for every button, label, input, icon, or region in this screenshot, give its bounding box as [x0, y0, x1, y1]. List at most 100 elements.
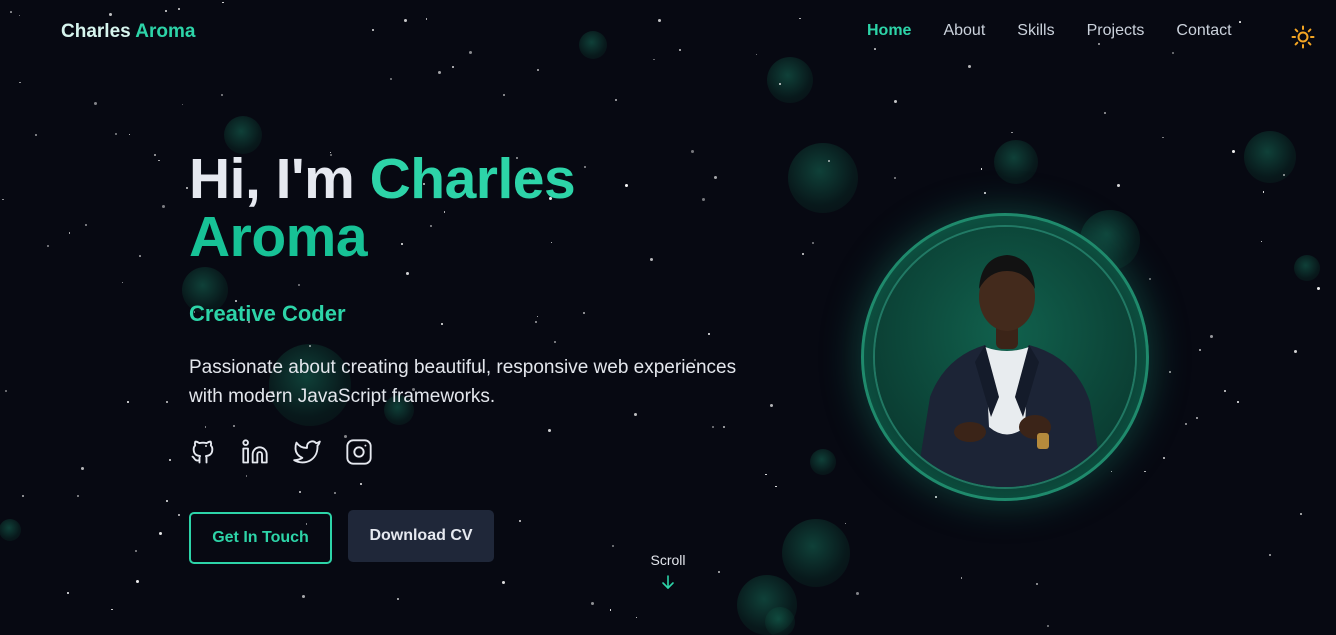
star: [221, 93, 224, 96]
star: [1116, 184, 1120, 188]
star: [169, 458, 172, 461]
arrow-down-icon: [662, 575, 674, 589]
star: [1110, 470, 1113, 473]
star: [536, 68, 539, 71]
hero-greeting: Hi, I'm: [189, 147, 355, 211]
profile-portrait: [861, 213, 1149, 501]
star: [166, 499, 169, 502]
star: [302, 595, 306, 599]
star: [134, 550, 137, 553]
star: [1317, 287, 1321, 291]
star: [1299, 513, 1302, 516]
theme-toggle-button[interactable]: [1291, 25, 1315, 49]
hero-section: Hi, I'm Charles Aroma Creative Coder Pas…: [189, 150, 789, 564]
star: [1184, 423, 1187, 426]
glow-bubble: [1294, 255, 1320, 281]
download-cv-button[interactable]: Download CV: [348, 510, 494, 562]
star: [1262, 191, 1265, 193]
star: [502, 581, 506, 585]
star: [66, 591, 69, 594]
brand-last-name: Aroma: [135, 21, 196, 42]
glow-bubble: [994, 140, 1038, 184]
github-icon: [191, 440, 214, 464]
star: [437, 70, 441, 74]
star: [1198, 349, 1201, 352]
star: [1149, 277, 1151, 280]
star: [980, 168, 983, 170]
star: [609, 609, 612, 611]
star: [811, 242, 814, 245]
star: [136, 580, 140, 584]
star: [893, 99, 897, 103]
nav-contact[interactable]: Contact: [1176, 22, 1231, 40]
star: [1231, 150, 1235, 154]
star: [158, 532, 162, 536]
glow-bubble: [788, 143, 858, 213]
star: [1162, 456, 1165, 459]
glow-bubble: [810, 449, 836, 475]
star: [590, 602, 594, 606]
star: [1104, 112, 1107, 115]
star: [76, 495, 79, 498]
star: [127, 401, 130, 404]
scroll-indicator[interactable]: Scroll: [644, 552, 692, 595]
twitter-link[interactable]: [293, 438, 321, 466]
star: [844, 522, 847, 525]
star: [35, 133, 38, 136]
nav-skills[interactable]: Skills: [1017, 22, 1054, 40]
profile-photo: [873, 225, 1137, 489]
site-header: Charles Aroma Home About Skills Projects…: [0, 0, 1336, 64]
instagram-link[interactable]: [345, 438, 373, 466]
star: [93, 101, 97, 105]
hero-description: Passionate about creating beautiful, res…: [189, 357, 737, 407]
star: [389, 77, 392, 80]
star: [128, 133, 131, 136]
brand-first-name: Charles: [61, 21, 131, 42]
star: [153, 153, 156, 156]
brand-logo[interactable]: Charles Aroma: [61, 21, 195, 43]
hero-name-last: Aroma: [189, 205, 368, 269]
star: [452, 66, 455, 68]
star: [503, 93, 506, 96]
star: [68, 232, 71, 234]
star: [181, 103, 184, 106]
star: [778, 83, 781, 86]
nav-projects[interactable]: Projects: [1087, 22, 1145, 40]
star: [111, 608, 113, 611]
get-in-touch-button[interactable]: Get In Touch: [189, 512, 332, 564]
star: [1162, 136, 1164, 139]
star: [1210, 334, 1214, 338]
glow-bubble: [1244, 131, 1296, 183]
star: [635, 616, 638, 619]
star: [114, 132, 117, 135]
star: [397, 597, 400, 600]
nav-home[interactable]: Home: [867, 22, 911, 40]
star: [1047, 624, 1050, 627]
star: [121, 281, 124, 284]
scroll-label: Scroll: [650, 552, 686, 568]
star: [855, 591, 859, 595]
sun-icon: [1291, 25, 1315, 49]
star: [718, 570, 721, 573]
linkedin-link[interactable]: [241, 438, 269, 466]
instagram-icon: [346, 439, 372, 465]
star: [22, 495, 25, 498]
star: [984, 192, 987, 195]
star: [801, 253, 804, 256]
star: [2, 198, 4, 201]
glow-bubble: [765, 607, 795, 635]
star: [1293, 349, 1297, 353]
star: [166, 401, 169, 404]
hero-role: Creative Coder: [189, 301, 346, 326]
star: [139, 255, 141, 257]
github-link[interactable]: [189, 438, 217, 466]
twitter-icon: [293, 440, 321, 464]
star: [1237, 401, 1240, 404]
star: [934, 496, 937, 498]
star: [1223, 390, 1226, 393]
nav-about[interactable]: About: [943, 22, 985, 40]
person-illustration: [875, 227, 1135, 487]
star: [158, 159, 160, 162]
star: [19, 81, 21, 84]
star: [1144, 470, 1146, 473]
